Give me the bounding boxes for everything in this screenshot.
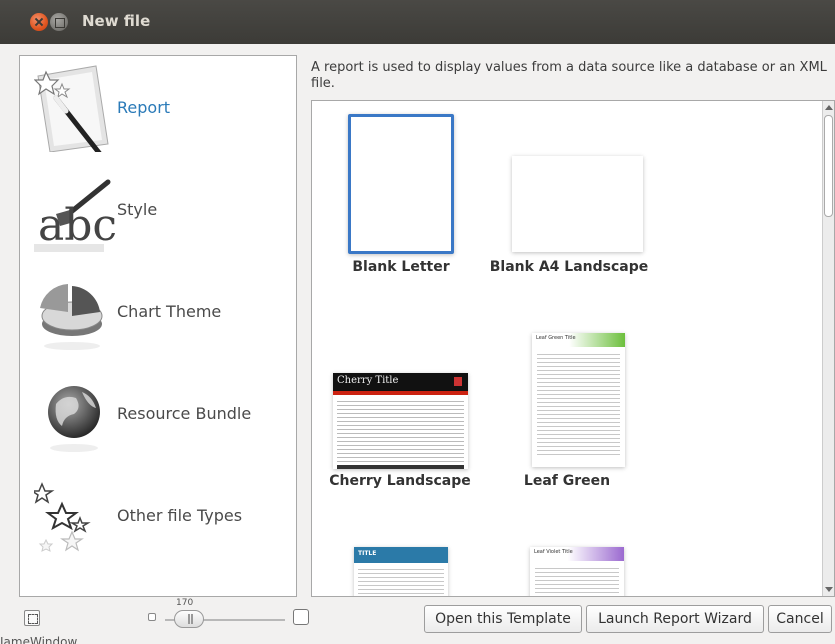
title-bar: New file — [0, 0, 835, 44]
bottom-bar: 170 Open this Template Launch Report Wiz… — [0, 598, 835, 636]
scrollbar-thumb[interactable] — [824, 115, 833, 217]
zoom-in-icon[interactable] — [293, 609, 309, 625]
template-name: Blank A4 Landscape — [489, 259, 649, 275]
template-thumbnail — [348, 114, 454, 254]
category-chart-theme[interactable]: Chart Theme — [20, 260, 296, 362]
template-thumbnail: Leaf Violet Title — [530, 547, 624, 596]
category-description: A report is used to display values from … — [311, 60, 827, 91]
category-label: Style — [117, 200, 158, 219]
brush-style-icon: abc — [34, 164, 122, 254]
zoom-slider-knob[interactable] — [174, 610, 204, 628]
svg-text:abc: abc — [38, 200, 117, 251]
template-leaf-violet[interactable]: Leaf Violet Title — [522, 541, 632, 596]
template-header-text: TITLE — [358, 550, 377, 557]
launch-report-wizard-button[interactable]: Launch Report Wizard — [586, 605, 764, 633]
magic-wand-icon — [33, 62, 122, 157]
category-label: Other file Types — [117, 506, 243, 525]
category-list: Report abc Style Chart Theme Resource Bu… — [19, 55, 297, 597]
category-style[interactable]: abc Style — [20, 158, 296, 260]
cancel-button[interactable]: Cancel — [768, 605, 832, 633]
template-name: Cherry Landscape — [329, 473, 471, 489]
template-thumbnail: Cherry Title — [333, 373, 468, 469]
category-label: Chart Theme — [117, 302, 222, 321]
stars-icon — [29, 470, 122, 560]
pie-chart-icon — [34, 266, 122, 356]
close-window-button[interactable] — [30, 13, 48, 31]
template-blank-letter[interactable]: Blank Letter — [332, 109, 470, 279]
template-gallery: Blank Letter Blank A4 Landscape Cherry T… — [311, 100, 835, 597]
template-thumbnail: TITLE — [354, 547, 448, 596]
grid-view-icon[interactable] — [24, 610, 40, 626]
zoom-out-icon[interactable] — [148, 613, 156, 621]
template-cherry-landscape[interactable]: Cherry Title Cherry Landscape — [322, 329, 482, 499]
category-resource-bundle[interactable]: Resource Bundle — [20, 362, 296, 464]
template-name: Leaf Green — [523, 473, 611, 489]
template-thumbnail: Leaf Green Title — [532, 333, 625, 467]
template-header-text: Cherry Title — [337, 375, 399, 386]
scroll-down-icon[interactable] — [825, 587, 833, 592]
window-title: New file — [82, 12, 151, 30]
status-text: JameWindow — [0, 635, 78, 644]
template-header-text: Leaf Green Title — [536, 335, 576, 341]
minimize-window-button[interactable] — [50, 13, 68, 31]
template-thumbnail — [512, 156, 643, 252]
category-label: Report — [117, 98, 171, 117]
open-template-button[interactable]: Open this Template — [424, 605, 582, 633]
globe-icon — [34, 368, 122, 458]
category-label: Resource Bundle — [117, 404, 252, 423]
template-scrollbar[interactable] — [822, 101, 834, 596]
template-blue-title[interactable]: TITLE — [346, 541, 456, 596]
category-report[interactable]: Report — [20, 56, 296, 158]
template-leaf-green[interactable]: Leaf Green Title Leaf Green — [512, 329, 672, 499]
scroll-up-icon[interactable] — [825, 105, 833, 110]
template-blank-a4-landscape[interactable]: Blank A4 Landscape — [490, 109, 674, 279]
category-other-file-types[interactable]: Other file Types — [20, 464, 296, 566]
template-name: Blank Letter — [352, 259, 450, 275]
template-header-text: Leaf Violet Title — [534, 549, 573, 555]
zoom-value: 170 — [176, 598, 194, 608]
